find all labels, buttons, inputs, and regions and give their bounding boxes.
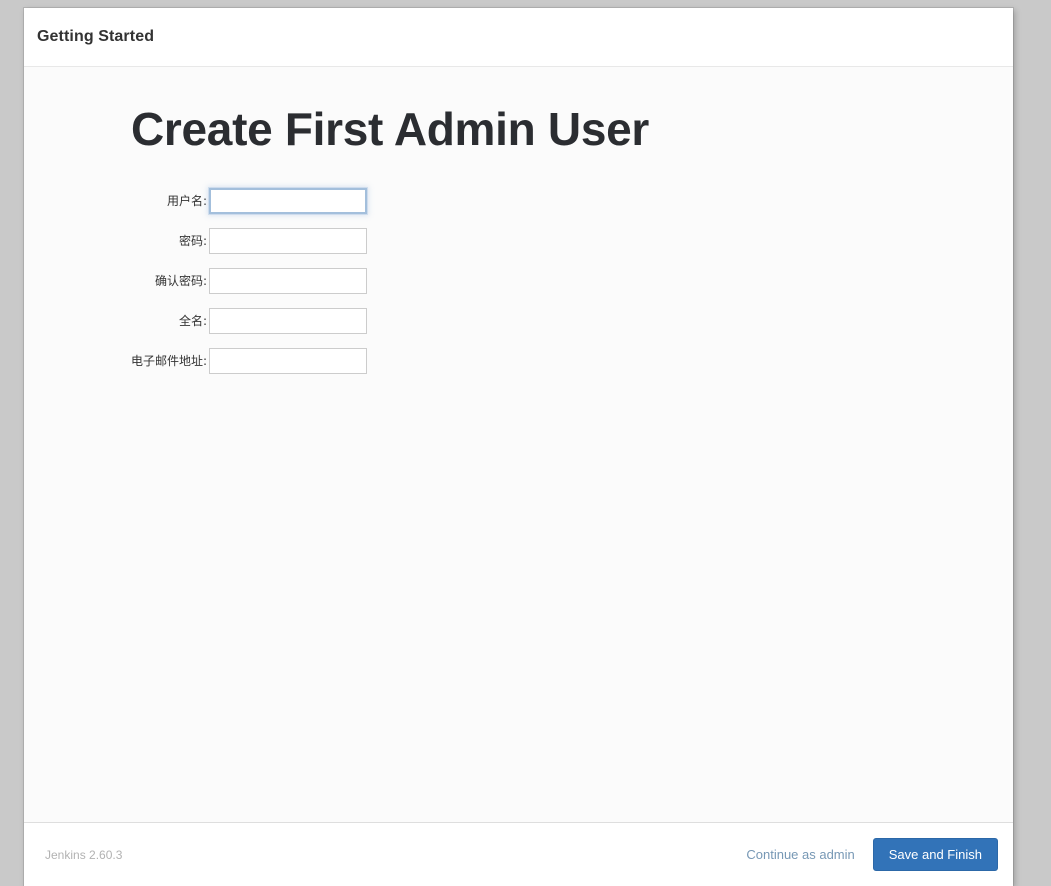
label-username: 用户名: — [167, 194, 208, 208]
continue-as-admin-link[interactable]: Continue as admin — [746, 847, 854, 862]
jenkins-version-label: Jenkins 2.60.3 — [45, 847, 123, 862]
form-rows: 用户名: 密码: 确认密码: 全名: 电子邮件地址: — [131, 181, 368, 381]
field-cell-email — [209, 341, 368, 381]
setup-wizard-card: Getting Started Create First Admin User … — [24, 8, 1013, 886]
fullname-input[interactable] — [209, 307, 368, 334]
main-heading: Create First Admin User — [131, 103, 649, 155]
form-row-fullname: 全名: — [131, 301, 368, 341]
label-email: 电子邮件地址: — [131, 354, 208, 368]
email-input[interactable] — [209, 347, 368, 374]
footer-actions: Continue as admin Save and Finish — [746, 838, 998, 871]
save-and-finish-button[interactable]: Save and Finish — [872, 838, 998, 871]
field-cell-username — [209, 181, 368, 221]
label-password: 密码: — [179, 234, 208, 248]
form-row-email: 电子邮件地址: — [131, 341, 368, 381]
setup-wizard-content: Create First Admin User 用户名: 密码: 确认密码: 全… — [24, 67, 1013, 381]
form-row-username: 用户名: — [131, 181, 368, 221]
card-footer: Jenkins 2.60.3 Continue as admin Save an… — [24, 822, 1013, 886]
page-title: Getting Started — [37, 28, 155, 45]
field-cell-password — [209, 221, 368, 261]
confirm-password-input[interactable] — [209, 267, 368, 294]
form-row-confirm-password: 确认密码: — [131, 261, 368, 301]
card-body: Create First Admin User 用户名: 密码: 确认密码: 全… — [24, 67, 1013, 822]
label-fullname: 全名: — [179, 314, 208, 328]
admin-user-form: 用户名: 密码: 确认密码: 全名: 电子邮件地址: — [131, 181, 368, 381]
field-cell-confirm-password — [209, 261, 368, 301]
card-header: Getting Started — [24, 8, 1013, 67]
password-input[interactable] — [209, 227, 368, 254]
label-confirm-password: 确认密码: — [155, 274, 208, 288]
form-row-password: 密码: — [131, 221, 368, 261]
field-cell-fullname — [209, 301, 368, 341]
username-input[interactable] — [209, 187, 368, 214]
